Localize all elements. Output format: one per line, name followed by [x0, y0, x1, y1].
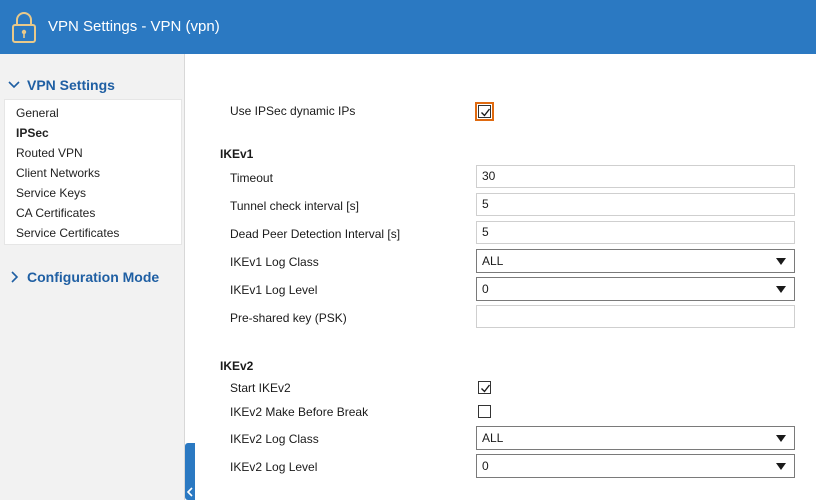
sidebar-section-configuration-mode[interactable]: Configuration Mode — [0, 267, 185, 289]
dropdown-arrow-icon — [776, 286, 786, 293]
ikev1-log-class-select[interactable]: ALL — [476, 249, 795, 273]
window-title: VPN Settings - VPN (vpn) — [48, 18, 220, 35]
sidebar-item-service-keys[interactable]: Service Keys — [16, 186, 86, 200]
tunnel-check-interval-label: Tunnel check interval [s] — [230, 199, 359, 213]
start-ikev2-checkbox[interactable] — [478, 381, 491, 394]
sidebar-item-list: General IPSec Routed VPN Client Networks… — [4, 99, 182, 245]
ikev1-log-class-label: IKEv1 Log Class — [230, 255, 319, 269]
title-bar: VPN Settings - VPN (vpn) — [0, 0, 816, 54]
ikev1-log-level-select[interactable]: 0 — [476, 277, 795, 301]
tunnel-check-interval-field[interactable]: 5 — [476, 193, 795, 216]
timeout-field[interactable]: 30 — [476, 165, 795, 188]
ikev2-heading: IKEv2 — [220, 359, 254, 373]
ikev2-log-level-select[interactable]: 0 — [476, 454, 795, 478]
ikev1-heading: IKEv1 — [220, 147, 254, 161]
chevron-right-icon — [11, 271, 19, 283]
dropdown-arrow-icon — [776, 435, 786, 442]
dynamic-ips-checkbox[interactable] — [475, 102, 494, 121]
checkmark-icon — [481, 384, 491, 393]
sidebar-item-client-networks[interactable]: Client Networks — [16, 166, 100, 180]
psk-label: Pre-shared key (PSK) — [230, 311, 347, 325]
ikev1-log-class-value: ALL — [482, 254, 504, 268]
psk-field[interactable] — [476, 305, 795, 328]
ikev2-log-class-select[interactable]: ALL — [476, 426, 795, 450]
sidebar-item-ca-certificates[interactable]: CA Certificates — [16, 206, 95, 220]
ikev2-log-class-value: ALL — [482, 431, 504, 445]
dropdown-arrow-icon — [776, 463, 786, 470]
sidebar: VPN Settings General IPSec Routed VPN Cl… — [0, 54, 185, 500]
sidebar-section-label: VPN Settings — [27, 77, 115, 93]
dpd-interval-label: Dead Peer Detection Interval [s] — [230, 227, 401, 241]
sidebar-item-general[interactable]: General — [16, 106, 59, 120]
make-before-break-label: IKEv2 Make Before Break — [230, 405, 369, 419]
sidebar-section-vpn-settings[interactable]: VPN Settings — [0, 75, 185, 97]
ikev1-log-level-value: 0 — [482, 282, 489, 296]
sidebar-item-ipsec[interactable]: IPSec — [16, 126, 49, 140]
ipsec-settings-panel: Use IPSec dynamic IPs IKEv1 Timeout 30 T… — [186, 54, 816, 500]
sidebar-item-routed-vpn[interactable]: Routed VPN — [16, 146, 83, 160]
ikev2-log-class-label: IKEv2 Log Class — [230, 432, 319, 446]
ikev2-log-level-value: 0 — [482, 459, 489, 473]
ikev2-log-level-label: IKEv2 Log Level — [230, 460, 318, 474]
lock-icon — [12, 12, 36, 43]
sidebar-section-label: Configuration Mode — [27, 269, 160, 285]
checkmark-icon — [481, 108, 491, 117]
chevron-down-icon — [8, 81, 20, 89]
sidebar-item-service-certificates[interactable]: Service Certificates — [16, 226, 119, 240]
dynamic-ips-label: Use IPSec dynamic IPs — [230, 104, 356, 118]
dpd-interval-field[interactable]: 5 — [476, 221, 795, 244]
ikev1-log-level-label: IKEv1 Log Level — [230, 283, 318, 297]
start-ikev2-label: Start IKEv2 — [230, 381, 291, 395]
timeout-label: Timeout — [230, 171, 273, 185]
dropdown-arrow-icon — [776, 258, 786, 265]
make-before-break-checkbox[interactable] — [478, 405, 491, 418]
